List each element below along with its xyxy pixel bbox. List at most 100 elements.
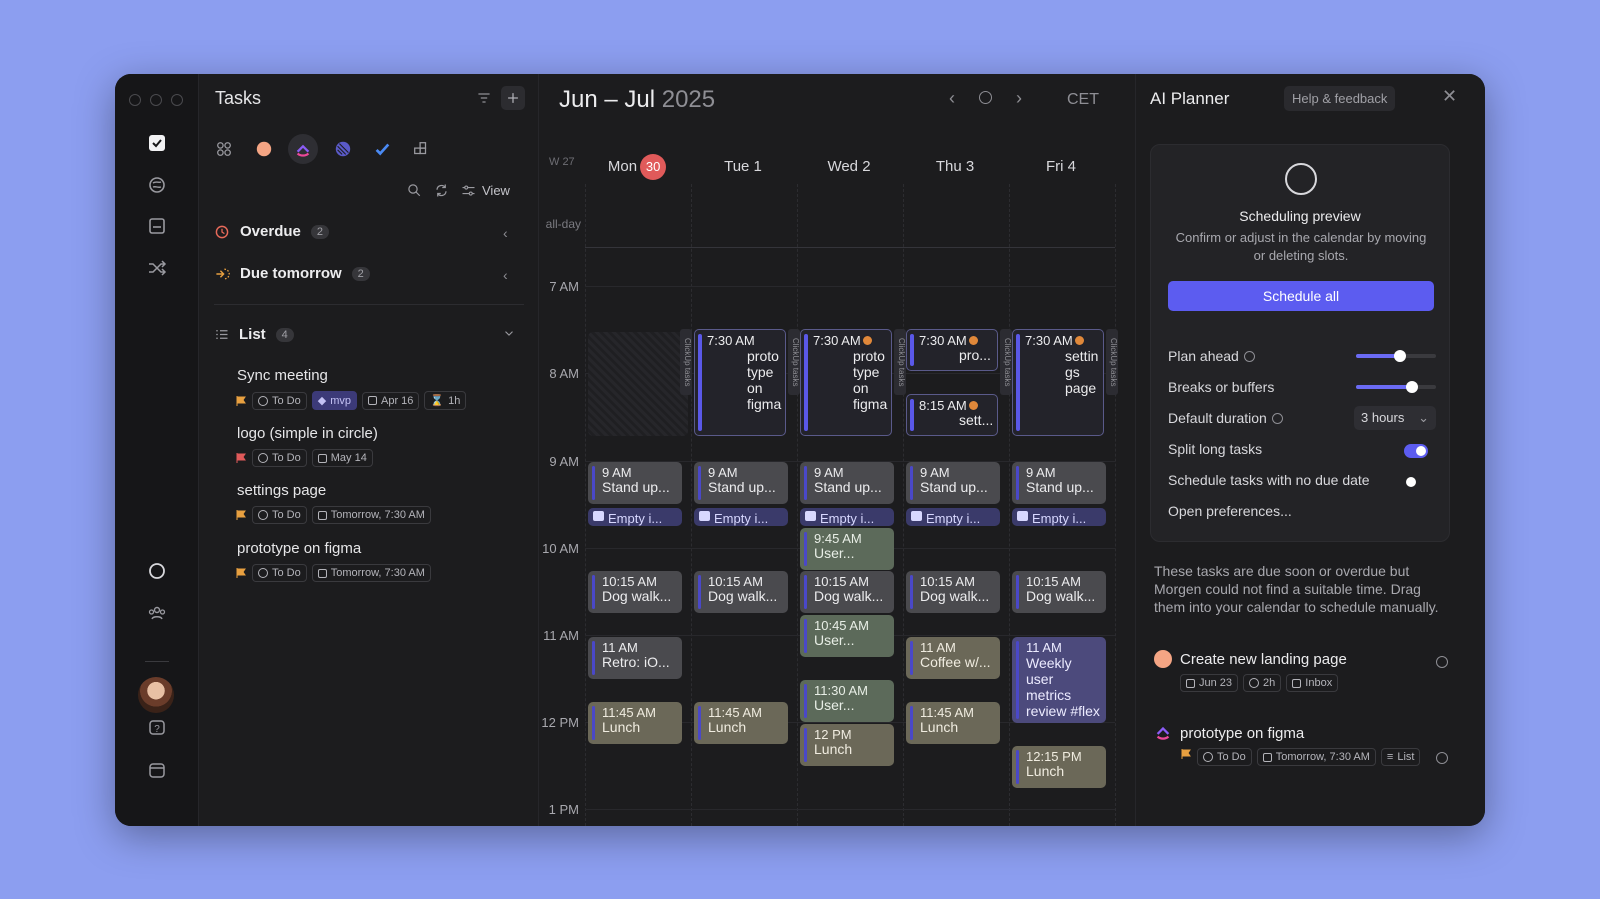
status-chip[interactable]: To Do — [252, 391, 307, 410]
calendar-event[interactable]: 10:15 AM Dog walk... — [906, 571, 1000, 613]
overdue-label: Overdue — [240, 223, 301, 240]
status-chip[interactable]: To Do — [252, 449, 307, 467]
user-avatar[interactable] — [138, 677, 174, 713]
list-item[interactable]: prototype on figma To Do Tomorrow, 7:30 … — [236, 540, 537, 582]
calendar-event[interactable]: Empty i... — [800, 508, 894, 526]
date-chip[interactable]: Apr 16 — [362, 391, 420, 410]
unscheduled-task[interactable]: prototype on figma To Do Tomorrow, 7:30 … — [1154, 724, 1454, 766]
date-chip[interactable]: May 14 — [311, 449, 373, 467]
status-chip[interactable]: To Do — [252, 506, 307, 524]
asana-source-icon[interactable] — [249, 134, 279, 164]
tasks-title: Tasks — [215, 88, 262, 108]
overdue-section[interactable]: Overdue 2 — [214, 223, 329, 240]
list-section[interactable]: List 4 — [214, 326, 294, 343]
timezone-label[interactable]: CET — [1067, 91, 1099, 109]
calendar-event[interactable]: 9 AM Stand up... — [588, 462, 682, 504]
all-sources-icon[interactable] — [209, 134, 239, 164]
duration-select[interactable]: 3 hours ⌄ — [1354, 406, 1436, 430]
calendar-title: Jun – Jul 2025 — [559, 86, 715, 114]
calendar-event[interactable]: 11 AM Coffee w/... — [906, 637, 1000, 679]
search-icon[interactable] — [405, 181, 423, 199]
day-header-fri[interactable]: Fri 4 — [1008, 158, 1114, 175]
status-ring-icon — [258, 510, 268, 520]
refresh-icon[interactable] — [432, 181, 450, 199]
breaks-slider[interactable] — [1356, 381, 1436, 393]
day-header-thu[interactable]: Thu 3 — [902, 158, 1008, 175]
circle-nav-icon[interactable] — [143, 557, 171, 585]
list-item[interactable]: settings page To Do Tomorrow, 7:30 AM — [236, 482, 537, 524]
calendar-event[interactable]: 11 AM Weekly user metrics review #flex — [1012, 637, 1106, 723]
team-nav-icon[interactable] — [143, 599, 171, 627]
filter-icon[interactable] — [474, 88, 494, 108]
calendar-event[interactable]: 9:45 AM User... — [800, 528, 894, 570]
calendar-event[interactable]: 10:15 AM Dog walk... — [588, 571, 682, 613]
calendar-event[interactable]: 10:15 AM Dog walk... — [800, 571, 894, 613]
calendar-event[interactable]: 9 AM Stand up... — [906, 462, 1000, 504]
day-header-mon[interactable]: Mon 30 — [584, 154, 690, 180]
due-tomorrow-chevron-icon[interactable]: ‹ — [503, 267, 508, 283]
calendar-event[interactable]: 10:45 AM User... — [800, 615, 894, 657]
view-button[interactable]: View — [461, 180, 510, 200]
shuffle-nav-icon[interactable] — [143, 254, 171, 282]
split-long-tasks-toggle[interactable] — [1404, 444, 1428, 458]
ai-scheduled-slot[interactable]: 7:30 AM proto type on figma — [800, 329, 892, 436]
list-chevron-down-icon[interactable] — [502, 326, 516, 340]
ai-nav-icon[interactable] — [143, 171, 171, 199]
day-header-wed[interactable]: Wed 2 — [796, 158, 902, 175]
calendar-event[interactable]: 9 AM Stand up... — [1012, 462, 1106, 504]
ai-scheduled-slot[interactable]: 7:30 AM settin gs page — [1012, 329, 1104, 436]
next-week-chevron-icon[interactable]: › — [1016, 88, 1022, 109]
today-button[interactable] — [979, 91, 992, 104]
calendar-event[interactable]: 9 AM Stand up... — [800, 462, 894, 504]
calendar-event[interactable]: 11:45 AM Lunch — [588, 702, 682, 744]
calendar-event[interactable]: Empty i... — [1012, 508, 1106, 526]
no-due-date-toggle[interactable] — [1404, 475, 1428, 489]
help-nav-icon[interactable]: ? — [143, 714, 171, 742]
close-icon[interactable]: ✕ — [1442, 86, 1457, 107]
due-tomorrow-section[interactable]: Due tomorrow 2 — [214, 265, 370, 282]
calendar-event[interactable]: 12:15 PM Lunch — [1012, 746, 1106, 788]
calendar-nav-icon[interactable] — [143, 212, 171, 240]
status-chip[interactable]: To Do — [252, 564, 307, 582]
calendar-event[interactable]: Empty i... — [906, 508, 1000, 526]
clickup-source-icon[interactable] — [288, 134, 318, 164]
prev-week-chevron-icon[interactable]: ‹ — [949, 88, 955, 109]
calendar-event[interactable]: Empty i... — [694, 508, 788, 526]
status-chip: To Do — [1197, 748, 1252, 766]
ai-scheduled-slot[interactable]: 8:15 AM sett... — [906, 394, 998, 436]
list-item[interactable]: logo (simple in circle) To Do May 14 — [236, 425, 537, 467]
calendar-event[interactable]: Empty i... — [588, 508, 682, 526]
zoom-window-button[interactable] — [171, 94, 183, 106]
duration-chip[interactable]: ⌛ 1h — [424, 391, 467, 410]
tasks-nav-icon[interactable] — [143, 129, 171, 157]
add-task-button[interactable] — [501, 86, 525, 110]
todoist-source-icon[interactable] — [367, 134, 397, 164]
close-window-button[interactable] — [129, 94, 141, 106]
day-header-tue[interactable]: Tue 1 — [690, 158, 796, 175]
calendar-event[interactable]: 12 PM Lunch — [800, 724, 894, 766]
status-ring-icon — [258, 395, 268, 406]
date-chip[interactable]: Tomorrow, 7:30 AM — [311, 506, 431, 524]
calendar-event[interactable]: 11:30 AM User... — [800, 680, 894, 722]
calendar-event[interactable]: 11:45 AM Lunch — [906, 702, 1000, 744]
date-chip[interactable]: Tomorrow, 7:30 AM — [311, 564, 431, 582]
calendar-event[interactable]: 10:15 AM Dog walk... — [694, 571, 788, 613]
calendar-event[interactable]: 11 AM Retro: iO... — [588, 637, 682, 679]
minimize-window-button[interactable] — [150, 94, 162, 106]
open-preferences-link[interactable]: Open preferences... — [1168, 503, 1292, 519]
tag-chip[interactable]: ◆ mvp — [311, 391, 357, 410]
list-item[interactable]: Sync meeting To Do ◆ mvp Apr 16 ⌛ 1h — [236, 367, 537, 410]
ai-scheduled-slot[interactable]: 7:30 AM pro... — [906, 329, 998, 371]
plan-ahead-slider[interactable] — [1356, 350, 1436, 362]
calendar-event[interactable]: 10:15 AM Dog walk... — [1012, 571, 1106, 613]
ai-scheduled-slot[interactable]: 7:30 AM proto type on figma — [694, 329, 786, 436]
unscheduled-task[interactable]: Create new landing page Jun 23 2h Inbox — [1154, 650, 1454, 692]
linear-source-icon[interactable] — [328, 134, 358, 164]
integrations-icon[interactable] — [406, 134, 436, 164]
schedule-all-button[interactable]: Schedule all — [1168, 281, 1434, 311]
overdue-chevron-icon[interactable]: ‹ — [503, 225, 508, 241]
help-feedback-button[interactable]: Help & feedback — [1284, 86, 1396, 111]
inbox-nav-icon[interactable] — [143, 756, 171, 784]
calendar-event[interactable]: 9 AM Stand up... — [694, 462, 788, 504]
calendar-event[interactable]: 11:45 AM Lunch — [694, 702, 788, 744]
